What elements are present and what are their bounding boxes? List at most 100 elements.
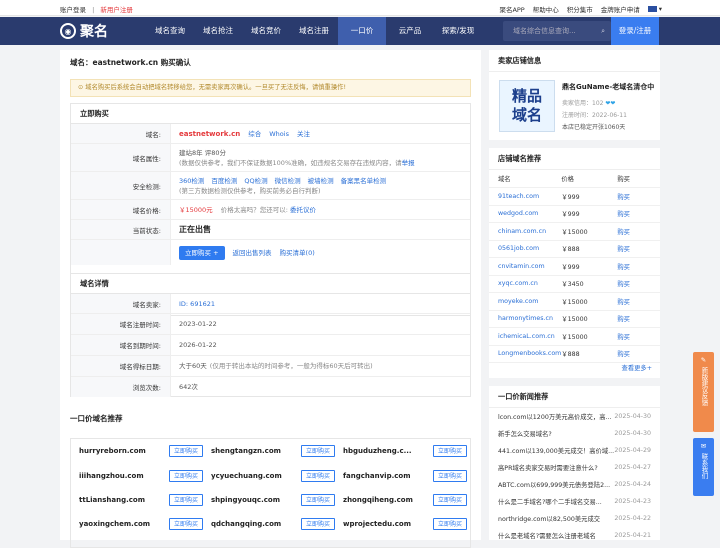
detail-row: 浏览次数: 642次 <box>71 377 470 397</box>
feedback-float-button[interactable]: ✎ 新版建议反馈 <box>693 352 714 432</box>
check-baidu-link[interactable]: 百度检测 <box>211 176 237 186</box>
nav-domain-query[interactable]: 域名查询 <box>146 17 194 45</box>
recommend-grid: hurryreborn.com 立即购买 shengtangzn.com 立即购买 … <box>70 438 471 548</box>
negotiate-link[interactable]: 委托议价 <box>290 206 316 214</box>
nav-fixed-price[interactable]: 一口价 <box>338 17 386 45</box>
buy-button[interactable]: 立即购买 <box>169 445 204 457</box>
check-blocked-link[interactable]: 被墙检测 <box>308 176 334 186</box>
nav-cloud-products[interactable]: 云产品 <box>386 17 434 45</box>
buy-button[interactable]: 立即购买 <box>433 518 468 530</box>
login-link[interactable]: 账户登录 <box>60 6 86 14</box>
cart-link[interactable]: 购买清单(0) <box>280 248 315 258</box>
shop-domain-header: 店铺域名推荐 <box>489 148 660 170</box>
search-input[interactable]: 域名综合信息查询... ⌕ <box>503 21 611 41</box>
status-label: 当前状态: <box>71 220 171 239</box>
table-row: ichemicaL.com.cn ￥15000 购买 <box>489 327 660 346</box>
buy-now-button[interactable]: 立即购买 + <box>179 245 225 260</box>
price-row: 域名价格: ￥15000元 价格太高吗？您还可以: 委托议价 <box>71 200 470 220</box>
shop-name[interactable]: 鼎名GuName-老域名清仓中 <box>562 82 654 92</box>
safety-row: 安全检测: 360检测 百度检测 QQ检测 微信检测 被墙检测 备案黑名单检测 … <box>71 172 470 200</box>
buy-button[interactable]: 立即购买 <box>433 470 468 482</box>
register-link[interactable]: 新用户注册 <box>100 6 133 14</box>
list-item[interactable]: 什么是二手域名?哪个二手域名交易... 2025-04-23 <box>489 493 660 510</box>
buy-button[interactable]: 立即购买 <box>301 445 336 457</box>
list-item[interactable]: northridge.com以82,500美元成交 2025-04-22 <box>489 510 660 527</box>
table-row: harmonytimes.cn ￥15000 购买 <box>489 310 660 328</box>
back-list-link[interactable]: 返回出售列表 <box>233 248 272 258</box>
nav-domain-auction[interactable]: 域名竞价 <box>242 17 290 45</box>
buy-panel-header: 立即购买 <box>71 104 470 124</box>
list-item: yaoxingchem.com 立即购买 <box>79 512 212 536</box>
notice-bar: ⊙ 域名购买后系统会自动把域名转移给您，无需卖家再次确认。一旦买了无法反悔，请慎… <box>70 79 471 97</box>
list-item: hbguduzheng.c... 立即购买 <box>343 439 476 463</box>
chat-icon: ✉ <box>700 442 707 450</box>
credit-diamond-icon: ❤❤ <box>605 100 616 107</box>
shop-desc: 本店已稳定开张1060天 <box>562 124 626 131</box>
domain-label: 域名: <box>71 124 171 143</box>
buy-button[interactable]: 立即购买 <box>169 470 204 482</box>
table-row: 91teach.com ￥999 购买 <box>489 187 660 206</box>
list-item: zhongqiheng.com 立即购买 <box>343 488 476 512</box>
list-item[interactable]: 什么是老域名?需要怎么注册老域名 2025-04-21 <box>489 527 660 544</box>
list-item[interactable]: 新手怎么交易域名? 2025-04-30 <box>489 425 660 442</box>
feedback-icon: ✎ <box>700 356 707 364</box>
help-link[interactable]: 帮助中心 <box>533 4 559 14</box>
logo-icon: ◉ <box>60 23 76 39</box>
buy-button[interactable]: 立即购买 <box>301 470 336 482</box>
view-more-link[interactable]: 查看更多+ <box>622 365 652 372</box>
list-item[interactable]: lcon.com以1200万美元高价成交，高... 2025-04-30 <box>489 408 660 425</box>
check-360-link[interactable]: 360检测 <box>179 176 204 186</box>
list-item: ttLianshang.com 立即购买 <box>79 488 212 512</box>
search-icon[interactable]: ⌕ <box>601 21 605 41</box>
table-row: moyeke.com ￥15000 购买 <box>489 292 660 311</box>
check-qq-link[interactable]: QQ检测 <box>244 176 267 186</box>
nav-explore[interactable]: 探索/发现 <box>434 17 482 45</box>
buy-button[interactable]: 立即购买 <box>169 494 204 506</box>
detail-panel-header: 域名详情 <box>71 274 470 294</box>
table-header: 域名 价格 购买 <box>489 170 660 188</box>
whois-link[interactable]: Whois <box>269 129 289 139</box>
table-row: 0561job.com ￥888 购买 <box>489 240 660 258</box>
detail-row: 域名得标日期: 大于60天 (仅用于转出本站的时间参考，一般为得标60天后可转出) <box>71 356 470 377</box>
list-item[interactable]: 高PR域名卖家交易时需要注意什么? 2025-04-27 <box>489 459 660 476</box>
list-item: fangchanvip.com 立即购买 <box>343 464 476 488</box>
attr-line1: 建站8年 评80分 <box>179 148 226 157</box>
table-row: wedgod.com ￥999 购买 <box>489 205 660 223</box>
detail-row: 域名到期时间: 2026-01-22 <box>71 335 470 356</box>
logo[interactable]: ◉ 聚名 <box>60 21 108 41</box>
news-header: 一口价新闻推荐 <box>489 386 660 408</box>
buy-button[interactable]: 立即购买 <box>169 518 204 530</box>
list-item: ycyuechuang.com 立即购买 <box>211 464 344 488</box>
reg-line: 注册时间：2022-06-11 <box>562 112 627 119</box>
follow-link[interactable]: 关注 <box>297 129 310 139</box>
buy-button[interactable]: 立即购买 <box>433 494 468 506</box>
app-link[interactable]: 聚名APP <box>499 4 524 14</box>
report-link[interactable]: 举报 <box>402 159 415 167</box>
buy-button[interactable]: 立即购买 <box>433 445 468 457</box>
add-icon[interactable]: + <box>213 249 218 257</box>
table-row: cnvitamin.com ￥999 购买 <box>489 257 660 276</box>
detail-row: 域名卖家: ID: 691621 <box>71 294 470 314</box>
list-item: wprojectedu.com 立即购买 <box>343 512 476 536</box>
nav-domain-register[interactable]: 域名注册 <box>290 17 338 45</box>
buy-button[interactable]: 立即购买 <box>301 494 336 506</box>
list-item[interactable]: 441.com以139,000美元成交！高价域... 2025-04-29 <box>489 442 660 459</box>
price-label: 域名价格: <box>71 200 171 219</box>
points-link[interactable]: 积分集市 <box>567 4 593 14</box>
logo-text: 聚名 <box>80 24 108 40</box>
list-item: shengtangzn.com 立即购买 <box>211 439 344 463</box>
login-register-button[interactable]: 登录/注册 <box>611 17 659 45</box>
gold-account-link[interactable]: 金牌账户申请 <box>601 4 640 14</box>
language-flag-icon[interactable]: ▾ <box>647 5 662 13</box>
status-value: 正在出售 <box>179 224 211 234</box>
contact-float-button[interactable]: ✉ 联系我们 <box>693 438 714 496</box>
nav-domain-snapup[interactable]: 域名抢注 <box>194 17 242 45</box>
overview-link[interactable]: 综合 <box>248 129 261 139</box>
buy-button[interactable]: 立即购买 <box>301 518 336 530</box>
shop-logo[interactable]: 精品 域名 <box>499 80 555 132</box>
list-item[interactable]: ABTC.com以699,999美元债务登陆2... 2025-04-24 <box>489 476 660 493</box>
seller-id-link[interactable]: ID: 691621 <box>179 299 215 309</box>
check-blacklist-link[interactable]: 备案黑名单检测 <box>341 176 387 186</box>
check-wechat-link[interactable]: 微信检测 <box>275 176 301 186</box>
price-note: 价格太高吗？您还可以: <box>220 205 288 214</box>
